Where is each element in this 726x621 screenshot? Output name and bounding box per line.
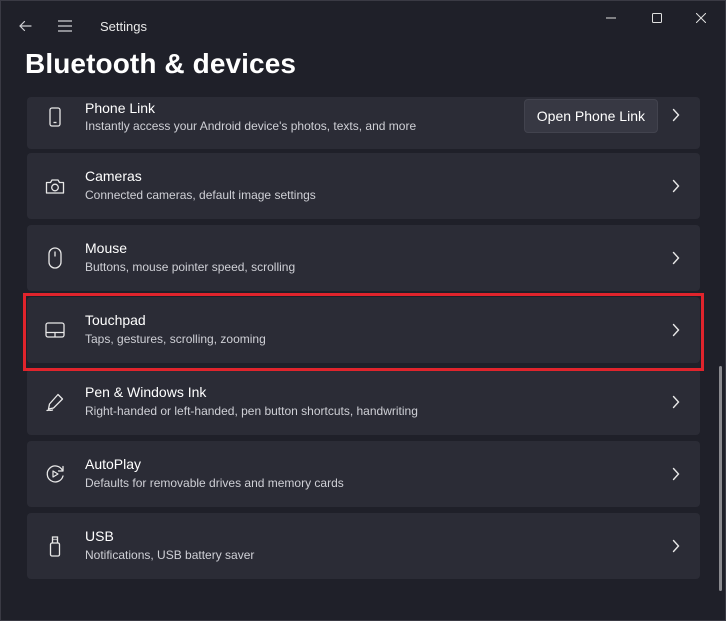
setting-item-title: Phone Link [85, 100, 156, 116]
phone-icon [43, 105, 67, 129]
settings-window: Settings Bluetooth & devices Phone Link … [0, 0, 726, 621]
setting-item-pen-windows-ink[interactable]: Pen & Windows Ink Right-handed or left-h… [27, 369, 700, 435]
page-title: Bluetooth & devices [25, 48, 297, 79]
usb-icon [43, 534, 67, 558]
chevron-right-icon [670, 178, 682, 194]
back-arrow-icon [19, 20, 32, 32]
back-button[interactable] [9, 10, 41, 42]
setting-item-title: Touchpad [85, 312, 146, 328]
setting-item-description: Taps, gestures, scrolling, zooming [85, 332, 266, 346]
setting-item-description: Notifications, USB battery saver [85, 548, 255, 562]
minimize-button[interactable] [593, 3, 629, 33]
scrollbar[interactable] [719, 366, 722, 591]
chevron-right-icon [670, 250, 682, 266]
pen-icon [43, 390, 67, 414]
hamburger-icon [58, 20, 72, 32]
touchpad-icon [43, 318, 67, 342]
open-phone-link-button[interactable]: Open Phone Link [523, 99, 658, 133]
chevron-right-icon [670, 107, 682, 123]
setting-item-phone-link[interactable]: Phone Link Instantly access your Android… [27, 97, 700, 149]
setting-item-autoplay[interactable]: AutoPlay Defaults for removable drives a… [27, 441, 700, 507]
chevron-right-icon [670, 466, 682, 482]
chevron-right-icon [670, 394, 682, 410]
chevron-right-icon [670, 538, 682, 554]
setting-item-description: Connected cameras, default image setting… [85, 188, 316, 202]
setting-item-description: Defaults for removable drives and memory… [85, 476, 344, 490]
navigation-menu-button[interactable] [49, 10, 81, 42]
autoplay-icon [43, 462, 67, 486]
maximize-button[interactable] [639, 3, 675, 33]
setting-item-description: Instantly access your Android device's p… [85, 119, 417, 133]
mouse-icon [43, 246, 67, 270]
setting-item-usb[interactable]: USB Notifications, USB battery saver [27, 513, 700, 579]
minimize-icon [606, 17, 616, 19]
setting-item-description: Buttons, mouse pointer speed, scrolling [85, 260, 296, 274]
chevron-right-icon [670, 322, 682, 338]
setting-item-title: Pen & Windows Ink [85, 384, 207, 400]
setting-item-title: Mouse [85, 240, 128, 256]
setting-item-mouse[interactable]: Mouse Buttons, mouse pointer speed, scro… [27, 225, 700, 291]
setting-item-touchpad[interactable]: Touchpad Taps, gestures, scrolling, zoom… [27, 297, 700, 363]
setting-item-description: Right-handed or left-handed, pen button … [85, 404, 418, 418]
close-button[interactable] [683, 3, 719, 33]
setting-item-title: AutoPlay [85, 456, 142, 472]
camera-icon [43, 174, 67, 198]
app-title: Settings [100, 19, 147, 34]
setting-item-title: USB [85, 528, 114, 544]
maximize-icon [652, 13, 662, 23]
close-icon [696, 13, 706, 23]
setting-item-cameras[interactable]: Cameras Connected cameras, default image… [27, 153, 700, 219]
title-bar: Settings [1, 1, 725, 47]
setting-item-title: Cameras [85, 168, 142, 184]
